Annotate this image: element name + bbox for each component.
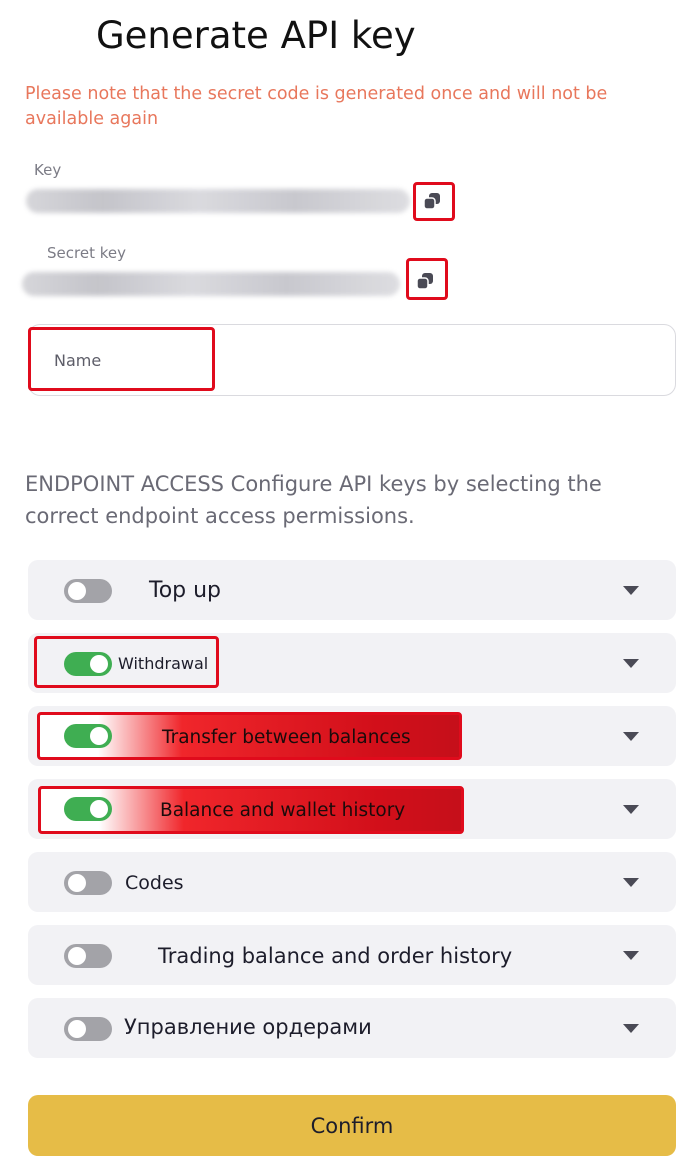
toggle-knob <box>68 582 86 600</box>
key-label: Key <box>34 161 62 179</box>
toggle-codes[interactable] <box>64 871 112 895</box>
page-title: Generate API key <box>96 14 416 57</box>
permission-row-withdrawal[interactable]: Withdrawal <box>28 633 676 693</box>
permission-row-top-up[interactable]: Top up <box>28 560 676 620</box>
chevron-down-icon[interactable] <box>623 732 639 741</box>
permission-label-withdrawal: Withdrawal <box>118 654 209 673</box>
chevron-down-icon[interactable] <box>623 878 639 887</box>
permission-label-top-up: Top up <box>149 578 222 603</box>
permission-row-codes[interactable]: Codes <box>28 852 676 912</box>
toggle-knob <box>68 1020 86 1038</box>
permission-label-codes: Codes <box>125 872 184 894</box>
permission-label-balance-history: Balance and wallet history <box>160 800 406 821</box>
permission-row-order-management[interactable]: Управление ордерами <box>28 998 676 1058</box>
toggle-knob <box>68 874 86 892</box>
permission-label-transfer: Transfer between balances <box>162 727 411 748</box>
toggle-balance-wallet-history[interactable] <box>64 797 112 821</box>
key-value-masked <box>26 189 410 213</box>
secret-key-value-masked <box>22 272 400 296</box>
copy-icon <box>416 273 433 290</box>
chevron-down-icon[interactable] <box>623 951 639 960</box>
secret-warning: Please note that the secret code is gene… <box>25 84 608 129</box>
secret-key-label: Secret key <box>47 244 126 262</box>
name-input[interactable] <box>28 324 676 396</box>
endpoint-access-description: ENDPOINT ACCESS Configure API keys by se… <box>25 472 602 528</box>
toggle-knob <box>90 800 108 818</box>
toggle-top-up[interactable] <box>64 579 112 603</box>
chevron-down-icon[interactable] <box>623 586 639 595</box>
chevron-down-icon[interactable] <box>623 659 639 668</box>
chevron-down-icon[interactable] <box>623 805 639 814</box>
permission-row-trading-balance[interactable]: Trading balance and order history <box>28 925 676 985</box>
permission-label-trading-balance: Trading balance and order history <box>158 944 513 968</box>
permission-row-transfer[interactable]: Transfer between balances <box>28 706 676 766</box>
toggle-knob <box>90 655 108 673</box>
toggle-withdrawal[interactable] <box>64 652 112 676</box>
permission-row-balance-history[interactable]: Balance and wallet history <box>28 779 676 839</box>
toggle-order-management[interactable] <box>64 1017 112 1041</box>
copy-icon <box>423 193 440 210</box>
copy-key-button[interactable] <box>419 189 445 213</box>
toggle-trading-balance[interactable] <box>64 944 112 968</box>
toggle-transfer-between-balances[interactable] <box>64 724 112 748</box>
chevron-down-icon[interactable] <box>623 1024 639 1033</box>
copy-secret-key-button[interactable] <box>412 269 438 293</box>
toggle-knob <box>68 947 86 965</box>
toggle-knob <box>90 727 108 745</box>
permission-label-order-management: Управление ордерами <box>124 1015 372 1039</box>
confirm-button[interactable]: Confirm <box>28 1095 676 1156</box>
